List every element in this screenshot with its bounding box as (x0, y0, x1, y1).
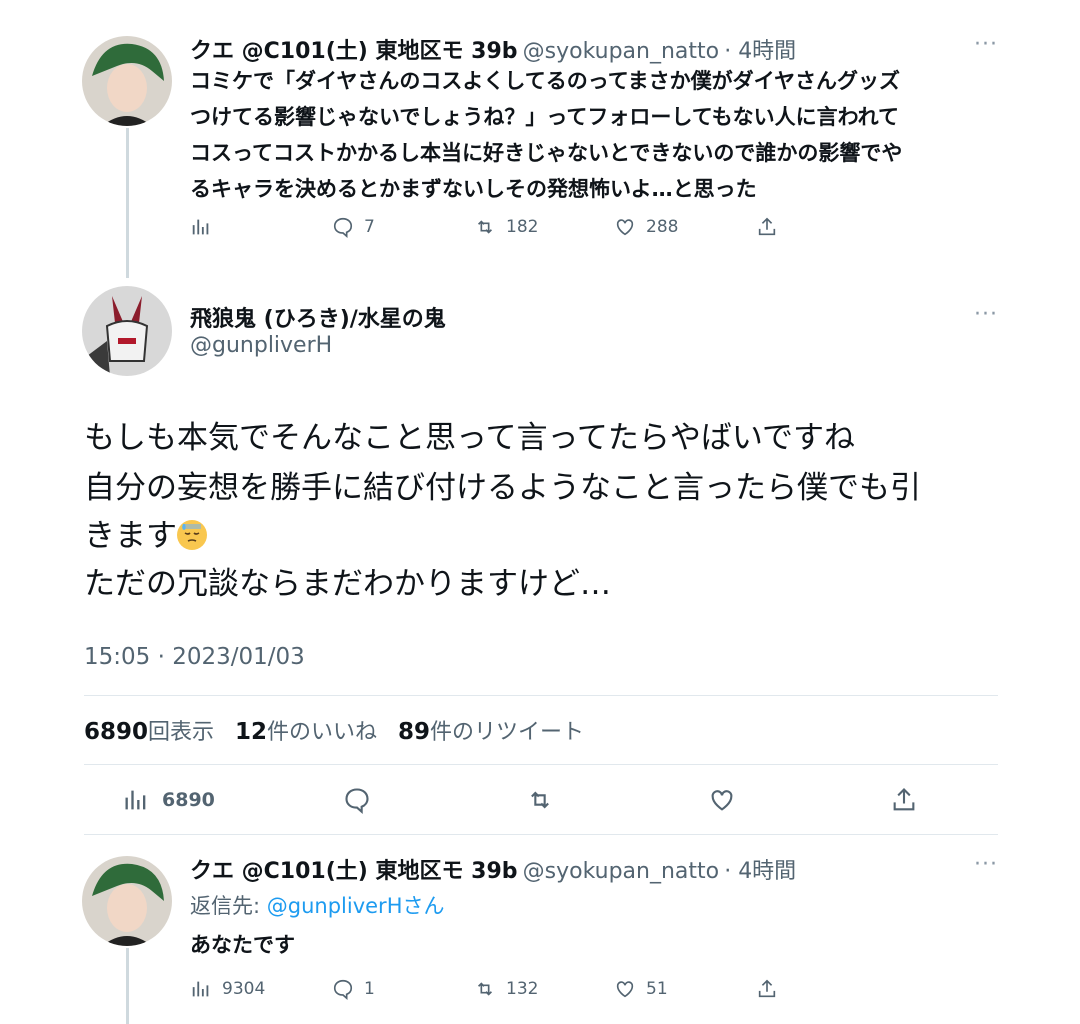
retweet-icon (477, 220, 493, 234)
views-count: 9304 (222, 979, 266, 999)
display-name[interactable]: 飛狼鬼 (ひろき)/水星の鬼 (190, 301, 446, 333)
tweet-text-line: 自分の妄想を勝手に結び付けるようなこと言ったら僕でも引 (84, 470, 921, 506)
tweet-header: クエ @C101(土) 東地区モ 39b @syokupan_natto · 4… (190, 853, 796, 885)
tweet-text-line: きます (84, 512, 207, 560)
likes-stat[interactable]: 12件のいいね (235, 719, 377, 745)
views-button[interactable]: 9304 (190, 978, 265, 1000)
like-button[interactable] (708, 786, 736, 814)
retweet-icon (477, 982, 493, 996)
heart-icon (616, 981, 634, 998)
downcast-face-with-sweat-icon (177, 520, 207, 550)
tweet-time[interactable]: · 4時間 (724, 859, 796, 884)
tweet-text-line: コスってコストかかるし本当に好きじゃないとできないので誰かの影響でや (190, 141, 903, 165)
share-icon (758, 979, 776, 998)
retweet-count: 132 (506, 979, 539, 999)
analytics-icon (125, 790, 146, 810)
user-handle[interactable]: @syokupan_natto (523, 39, 719, 64)
avatar[interactable] (82, 36, 172, 126)
reply-button[interactable]: 7 (332, 216, 375, 238)
divider (84, 834, 998, 835)
like-button[interactable]: 51 (614, 978, 668, 1000)
tweet-text-line: るキャラを決めるとかまずないしその発想怖いよ…と思った (190, 177, 757, 201)
like-count: 51 (646, 979, 668, 999)
views-count: 6890 (162, 789, 215, 811)
divider (84, 695, 998, 696)
reply-count: 7 (364, 217, 375, 237)
reply-button[interactable] (343, 786, 371, 814)
avatar[interactable] (82, 856, 172, 946)
tweet-header: クエ @C101(土) 東地区モ 39b @syokupan_natto · 4… (190, 33, 796, 65)
avatar[interactable] (82, 286, 172, 376)
reply-icon (345, 788, 369, 814)
retweet-count: 182 (506, 217, 539, 237)
share-button[interactable] (756, 216, 778, 238)
reply-icon (333, 979, 353, 1000)
tweet-timestamp[interactable]: 15:05 · 2023/01/03 (84, 644, 305, 670)
retweet-button[interactable]: 132 (474, 978, 538, 1000)
more-options-button[interactable]: ··· (974, 32, 998, 57)
tweet-text-line: コミケで「ダイヤさんのコスよくしてるのってまさか僕がダイヤさんグッズ (190, 69, 901, 93)
retweet-button[interactable] (526, 786, 554, 814)
views-button[interactable] (190, 216, 212, 238)
analytics-icon (192, 981, 209, 997)
views-button[interactable]: 6890 (122, 786, 215, 814)
retweet-icon (531, 791, 549, 809)
reply-button[interactable]: 1 (332, 978, 375, 1000)
analytics-icon (192, 219, 209, 235)
views-stat[interactable]: 6890回表示 (84, 719, 214, 745)
share-button[interactable] (756, 978, 778, 1000)
engagement-counts: 6890回表示 12件のいいね 89件のリツイート (84, 714, 584, 746)
heart-icon (616, 219, 634, 236)
user-handle[interactable]: @gunpliverH (190, 333, 332, 358)
more-options-button[interactable]: ··· (974, 302, 998, 327)
thread-line (126, 128, 129, 278)
like-button[interactable]: 288 (614, 216, 678, 238)
reply-prefix: 返信先: (190, 894, 261, 918)
retweets-stat[interactable]: 89件のリツイート (398, 719, 584, 745)
tweet-text-line: ただの冗談ならまだわかりますけど… (84, 566, 611, 602)
tweet-text-fragment: きます (84, 518, 177, 554)
like-count: 288 (646, 217, 679, 237)
share-icon (758, 217, 776, 236)
retweet-button[interactable]: 182 (474, 216, 538, 238)
share-button[interactable] (890, 786, 918, 814)
reply-mention-link[interactable]: @gunpliverHさん (267, 894, 445, 918)
share-icon (893, 788, 915, 811)
divider (84, 764, 998, 765)
display-name[interactable]: クエ @C101(土) 東地区モ 39b (190, 859, 518, 884)
user-handle[interactable]: @syokupan_natto (523, 859, 719, 884)
reply-context: 返信先: @gunpliverHさん (190, 890, 445, 920)
reply-count: 1 (364, 979, 375, 999)
thread-line (126, 948, 129, 1024)
tweet-text-line: つけてる影響じゃないでしょうね？」ってフォローしてもない人に言われて (190, 105, 899, 129)
more-options-button[interactable]: ··· (974, 852, 998, 877)
tweet-text-line: もしも本気でそんなこと思って言ってたらやばいですね (84, 420, 855, 456)
tweet-text: あなたです (190, 933, 295, 957)
reply-icon (333, 217, 353, 238)
tweet-time[interactable]: · 4時間 (724, 39, 796, 64)
heart-icon (711, 790, 733, 811)
display-name[interactable]: クエ @C101(土) 東地区モ 39b (190, 39, 518, 64)
